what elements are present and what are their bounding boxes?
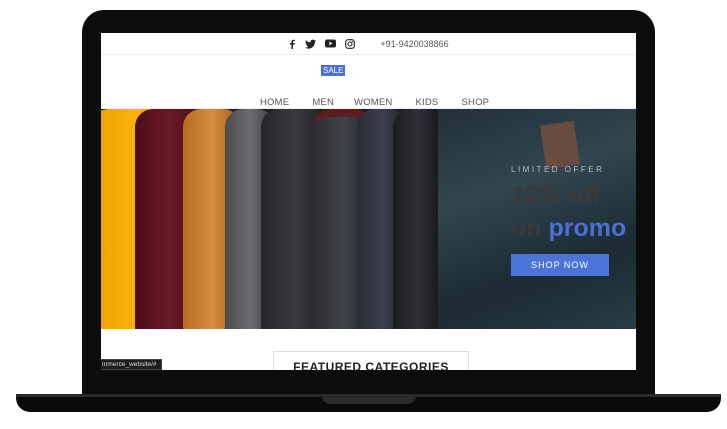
sale-badge: SALE (321, 65, 346, 76)
twitter-icon[interactable] (305, 39, 317, 49)
nav-item-shop[interactable]: SHOP (461, 97, 489, 108)
shop-now-button[interactable]: SHOP NOW (511, 254, 609, 276)
nav-item-home[interactable]: HOME (260, 97, 289, 108)
promo-panel: LIMITED OFFER 10% off on promo SHOP NOW (438, 109, 636, 329)
top-info-bar: +91-9420038866 (101, 33, 636, 55)
featured-categories-heading: FEATURED CATEGORIES (273, 351, 469, 370)
promo-eyebrow: LIMITED OFFER (511, 165, 605, 174)
instagram-icon[interactable] (345, 38, 356, 49)
jeans-tag-graphic (540, 120, 580, 170)
youtube-icon[interactable] (325, 39, 337, 48)
nav-item-women[interactable]: WOMEN (354, 97, 392, 108)
promo-subline-prefix: on (511, 214, 549, 242)
nav-item-kids[interactable]: KIDS (416, 97, 439, 108)
promo-headline: 10% off (511, 181, 600, 209)
hero-banner: LIMITED OFFER 10% off on promo SHOP NOW (101, 109, 636, 329)
phone-number[interactable]: +91-9420038866 (380, 39, 448, 49)
main-navigation: SALE HOME MEN WOMEN KIDS SHOP (101, 55, 636, 109)
promo-subline: on promo (511, 214, 626, 243)
laptop-mockup: +91-9420038866 SALE HOME MEN WOMEN KIDS … (0, 0, 727, 429)
facebook-icon[interactable] (288, 39, 296, 49)
nav-menu: HOME MEN WOMEN KIDS SHOP (260, 97, 489, 108)
laptop-notch (322, 396, 416, 404)
laptop-screen: +91-9420038866 SALE HOME MEN WOMEN KIDS … (101, 33, 636, 370)
status-bar-url: mmerce_website/# (101, 359, 162, 370)
nav-item-men[interactable]: MEN (312, 97, 334, 108)
promo-subline-highlight: promo (548, 214, 627, 242)
